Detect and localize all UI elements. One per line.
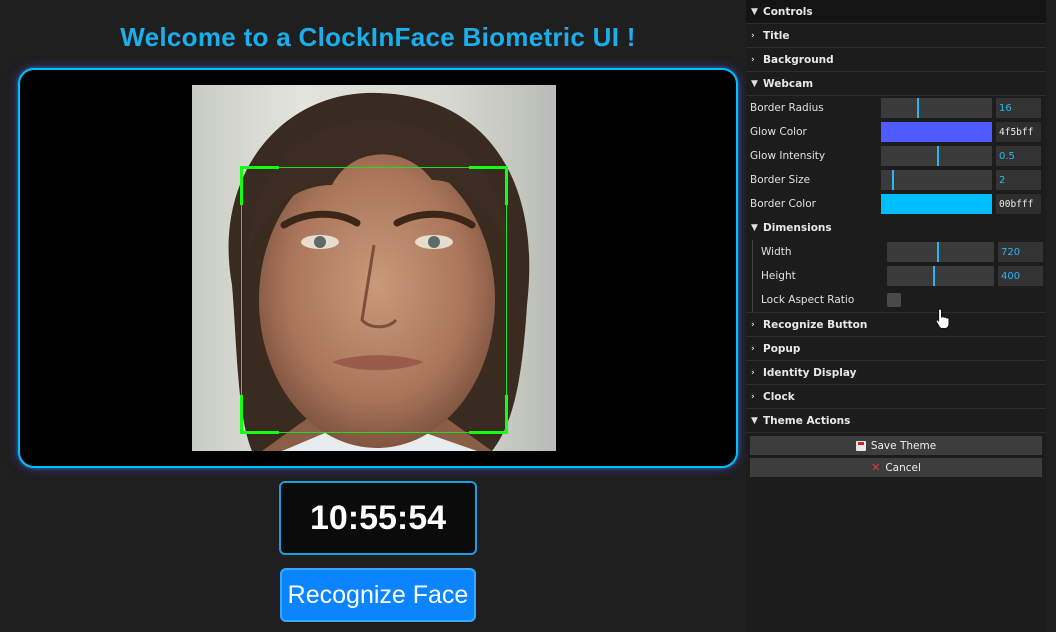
control-border-size: Border Size 2 [746, 168, 1046, 192]
face-box-corner [240, 166, 279, 205]
width-label: Width [761, 246, 792, 258]
border-size-input[interactable]: 2 [996, 170, 1041, 190]
height-label: Height [761, 270, 796, 282]
recognize-face-button[interactable]: Recognize Face [280, 568, 476, 622]
chevron-down-icon: ▼ [751, 223, 758, 233]
controls-panel: ▼ Controls › Title › Background ▼ Webcam… [746, 0, 1046, 632]
folder-webcam-label: Webcam [763, 77, 814, 90]
folder-label: Popup [763, 342, 801, 355]
chevron-right-icon: › [751, 391, 755, 402]
glow-intensity-label: Glow Intensity [750, 150, 826, 162]
clock-display: 10:55:54 [279, 481, 477, 555]
chevron-down-icon: ▼ [751, 6, 758, 17]
face-detection-box [240, 166, 508, 434]
folder-background-label: Background [763, 53, 834, 66]
folder-popup[interactable]: › Popup [746, 337, 1046, 361]
border-color-label: Border Color [750, 198, 816, 210]
chevron-down-icon: ▼ [751, 415, 758, 426]
border-size-label: Border Size [750, 174, 811, 186]
folder-title[interactable]: › Title [746, 24, 1046, 48]
glow-intensity-input[interactable]: 0.5 [996, 146, 1041, 166]
chevron-right-icon: › [751, 54, 755, 65]
width-input[interactable]: 720 [998, 242, 1043, 262]
control-height: Height 400 [757, 264, 1046, 288]
save-theme-label: Save Theme [870, 439, 937, 452]
control-width: Width 720 [757, 240, 1046, 264]
webcam-view [18, 68, 738, 468]
folder-label: Identity Display [763, 366, 857, 379]
glow-intensity-slider[interactable] [881, 146, 992, 166]
border-color-input[interactable]: 00bfff [996, 194, 1041, 214]
glow-color-swatch[interactable] [881, 122, 992, 142]
folder-theme-actions[interactable]: ▼ Theme Actions [746, 409, 1046, 433]
slider-thumb[interactable] [936, 146, 939, 166]
control-glow-intensity: Glow Intensity 0.5 [746, 144, 1046, 168]
folder-webcam[interactable]: ▼ Webcam [746, 72, 1046, 96]
control-border-color: Border Color 00bfff [746, 192, 1046, 216]
face-box-corner [240, 395, 279, 434]
chevron-right-icon: › [751, 367, 755, 378]
slider-thumb[interactable] [933, 266, 935, 286]
chevron-down-icon: ▼ [751, 78, 758, 89]
face-box-corner [469, 395, 508, 434]
page-title: Welcome to a ClockInFace Biometric UI ! [120, 22, 636, 52]
border-radius-slider[interactable] [881, 98, 992, 118]
dimensions-group: Width 720 Height 400 Lock Aspect Ratio [752, 240, 1046, 312]
chevron-right-icon: › [751, 30, 755, 41]
glow-color-input[interactable]: 4f5bff [996, 122, 1041, 142]
folder-recognize-button[interactable]: › Recognize Button [746, 313, 1046, 337]
folder-title-label: Title [763, 29, 790, 42]
cancel-label: Cancel [885, 461, 921, 474]
border-size-slider[interactable] [881, 170, 992, 190]
slider-thumb[interactable] [892, 170, 895, 190]
close-icon: ✕ [871, 461, 881, 474]
cancel-button[interactable]: ✕ Cancel [750, 458, 1042, 477]
control-glow-color: Glow Color 4f5bff [746, 120, 1046, 144]
save-icon [855, 440, 866, 451]
chevron-right-icon: › [751, 319, 755, 330]
folder-theme-actions-label: Theme Actions [763, 414, 851, 427]
width-slider[interactable] [887, 242, 994, 262]
slider-thumb[interactable] [937, 242, 940, 262]
folder-dimensions[interactable]: ▼ Dimensions [746, 216, 1046, 240]
control-lock-aspect: Lock Aspect Ratio [757, 288, 1046, 312]
folder-dimensions-label: Dimensions [763, 222, 832, 234]
controls-header[interactable]: ▼ Controls [746, 0, 1046, 24]
folder-clock[interactable]: › Clock [746, 385, 1046, 409]
height-slider[interactable] [887, 266, 994, 286]
glow-color-label: Glow Color [750, 126, 807, 138]
save-theme-button[interactable]: Save Theme [750, 436, 1042, 455]
folder-identity-display[interactable]: › Identity Display [746, 361, 1046, 385]
lock-aspect-label: Lock Aspect Ratio [761, 294, 855, 306]
folder-label: Recognize Button [763, 318, 868, 331]
controls-header-label: Controls [763, 5, 813, 18]
border-radius-label: Border Radius [750, 102, 824, 114]
folder-background[interactable]: › Background [746, 48, 1046, 72]
slider-thumb[interactable] [916, 98, 919, 118]
chevron-right-icon: › [751, 343, 755, 354]
border-radius-input[interactable]: 16 [996, 98, 1041, 118]
hand-cursor-icon [935, 308, 950, 329]
control-border-radius: Border Radius 16 [746, 96, 1046, 120]
height-input[interactable]: 400 [998, 266, 1043, 286]
lock-aspect-checkbox[interactable] [887, 293, 901, 307]
border-color-swatch[interactable] [881, 194, 992, 214]
face-box-corner [469, 166, 508, 205]
folder-label: Clock [763, 390, 795, 403]
